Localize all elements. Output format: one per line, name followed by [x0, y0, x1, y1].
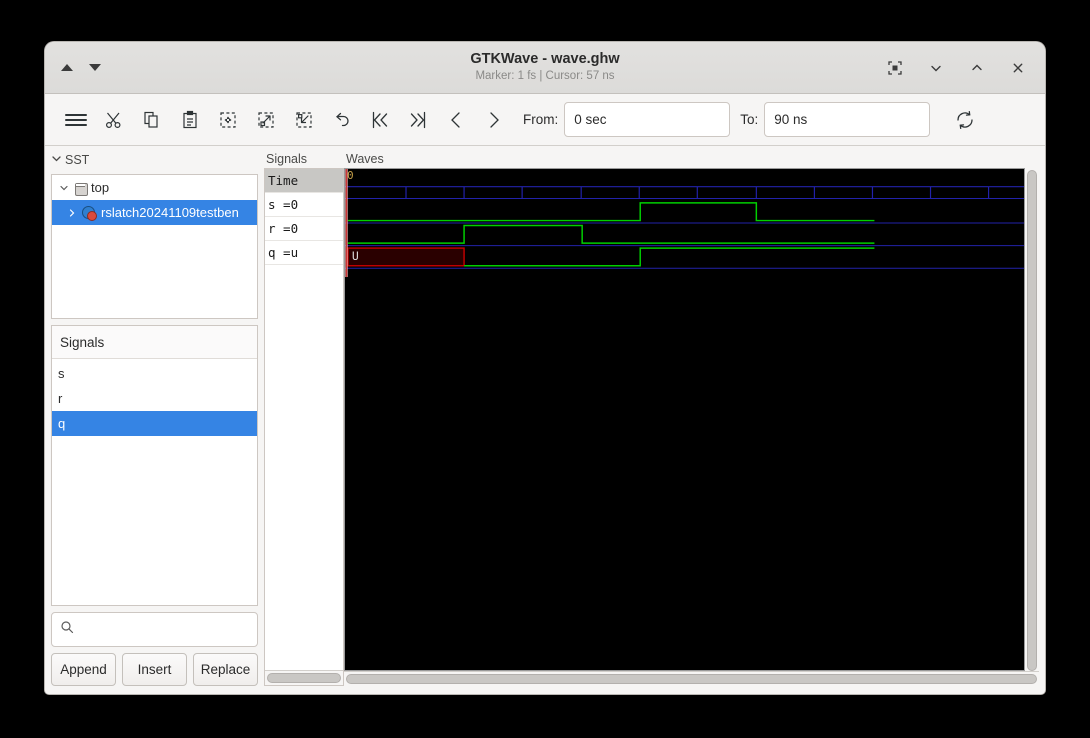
insert-button[interactable]: Insert	[122, 653, 187, 686]
list-item[interactable]: r	[52, 386, 257, 411]
names-horizontal-scrollbar[interactable]	[265, 670, 343, 685]
from-label: From:	[523, 112, 559, 127]
signals-list-header: Signals	[52, 326, 257, 359]
waves-main: 0 U	[344, 168, 1039, 671]
gtkwave-window: GTKWave - wave.ghw Marker: 1 fs | Cursor…	[45, 42, 1045, 694]
window-subtitle: Marker: 1 fs | Cursor: 57 ns	[475, 70, 615, 82]
waves-frame-label: Waves	[346, 152, 384, 166]
scroll-down-icon[interactable]	[89, 64, 101, 71]
reload-icon[interactable]	[946, 103, 984, 137]
window-controls	[886, 59, 1045, 77]
waveform-name-q[interactable]: q =u	[265, 241, 343, 265]
to-input[interactable]: 90 ns	[764, 102, 931, 137]
scrollbar-thumb[interactable]	[267, 673, 341, 683]
search-input[interactable]	[80, 621, 249, 638]
waves-outer: 0 U	[344, 168, 1039, 686]
signals-list-panel: Signals s r q	[51, 325, 258, 606]
cylinder-icon	[74, 181, 88, 196]
to-value: 90 ns	[774, 112, 808, 127]
titlebar: GTKWave - wave.ghw Marker: 1 fs | Cursor…	[45, 42, 1045, 94]
sst-tree: top rslatch20241109testben	[51, 174, 258, 319]
from-input[interactable]: 0 sec	[564, 102, 731, 137]
globe-icon	[82, 205, 97, 221]
go-next-icon[interactable]	[475, 103, 513, 137]
action-buttons: Append Insert Replace	[51, 653, 258, 686]
left-panel: SST top rslatch20241109testben Signals s…	[45, 146, 264, 694]
time-origin-label: 0	[347, 169, 354, 182]
waves-panel: Waves 0 U	[344, 146, 1045, 694]
waveform-name-time[interactable]: Time	[265, 169, 343, 193]
hamburger-menu-icon[interactable]	[57, 103, 95, 137]
undo-icon[interactable]	[323, 103, 361, 137]
signal-name: r	[58, 391, 63, 406]
sst-frame-label: SST	[51, 152, 258, 168]
append-button[interactable]: Append	[51, 653, 116, 686]
scroll-up-icon[interactable]	[61, 64, 73, 71]
from-value: 0 sec	[574, 112, 607, 127]
waveform-name-r[interactable]: r =0	[265, 217, 343, 241]
scrollbar-thumb[interactable]	[1027, 170, 1037, 671]
signals-list: s r q	[52, 359, 257, 605]
screen: GTKWave - wave.ghw Marker: 1 fs | Cursor…	[0, 0, 1090, 738]
cut-scissors-icon[interactable]	[95, 103, 133, 137]
waveform-names-frame-label: Signals	[266, 152, 307, 166]
waves-vertical-scrollbar[interactable]	[1025, 168, 1039, 671]
signal-name: s	[58, 366, 65, 381]
waves-horizontal-scrollbar[interactable]	[344, 671, 1039, 686]
titlebar-nav-buttons	[45, 64, 101, 71]
waveform-names-list: Time s =0 r =0 q =u	[265, 169, 343, 670]
search-field[interactable]	[51, 612, 258, 647]
search-icon	[60, 620, 74, 639]
paste-clipboard-icon[interactable]	[171, 103, 209, 137]
expander-right-icon[interactable]	[66, 208, 78, 218]
tree-node-label: top	[91, 180, 110, 195]
tree-node-rslatch[interactable]: rslatch20241109testben	[52, 200, 257, 225]
minimize-icon[interactable]	[927, 59, 945, 77]
waveform-svg	[345, 169, 1024, 278]
list-item[interactable]: q	[52, 411, 257, 436]
to-label: To:	[740, 112, 759, 127]
sst-label: SST	[65, 153, 90, 167]
undefined-value-label: U	[351, 249, 359, 264]
zoom-fit-icon[interactable]	[209, 103, 247, 137]
tree-node-top[interactable]: top	[52, 175, 257, 200]
close-icon[interactable]	[1009, 59, 1027, 77]
window-body: SST top rslatch20241109testben Signals s…	[45, 146, 1045, 694]
copy-icon[interactable]	[133, 103, 171, 137]
waveform-name-s[interactable]: s =0	[265, 193, 343, 217]
window-title: GTKWave - wave.ghw	[470, 51, 620, 67]
expander-down-icon[interactable]	[58, 183, 70, 193]
go-previous-icon[interactable]	[437, 103, 475, 137]
tree-node-label: rslatch20241109testben	[101, 205, 239, 220]
fullscreen-icon[interactable]	[886, 59, 904, 77]
signal-name: q	[58, 416, 66, 431]
list-item[interactable]: s	[52, 361, 257, 386]
chevron-down-icon[interactable]	[51, 153, 62, 167]
zoom-out-icon[interactable]	[285, 103, 323, 137]
zoom-in-icon[interactable]	[247, 103, 285, 137]
go-first-icon[interactable]	[361, 103, 399, 137]
replace-button[interactable]: Replace	[193, 653, 258, 686]
go-last-icon[interactable]	[399, 103, 437, 137]
scrollbar-thumb[interactable]	[346, 674, 1037, 684]
maximize-icon[interactable]	[968, 59, 986, 77]
waveform-names-panel: Signals Time s =0 r =0 q =u	[264, 146, 344, 694]
waveform-names-box: Time s =0 r =0 q =u	[264, 168, 344, 686]
main-toolbar: From: 0 sec To: 90 ns	[45, 94, 1045, 146]
waveform-canvas[interactable]: 0 U	[344, 168, 1025, 671]
